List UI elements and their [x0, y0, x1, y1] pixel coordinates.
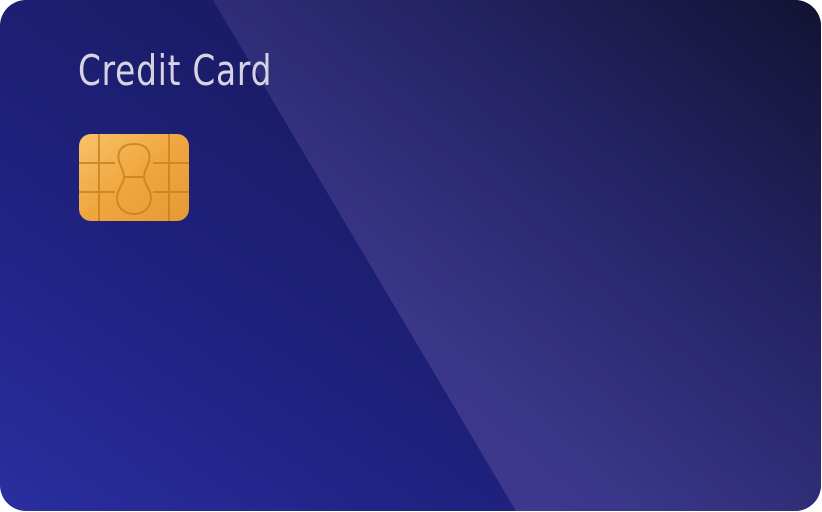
card-title: Credit Card — [78, 46, 273, 95]
emv-chip-icon — [79, 134, 189, 221]
credit-card: Credit Card — [0, 0, 821, 511]
